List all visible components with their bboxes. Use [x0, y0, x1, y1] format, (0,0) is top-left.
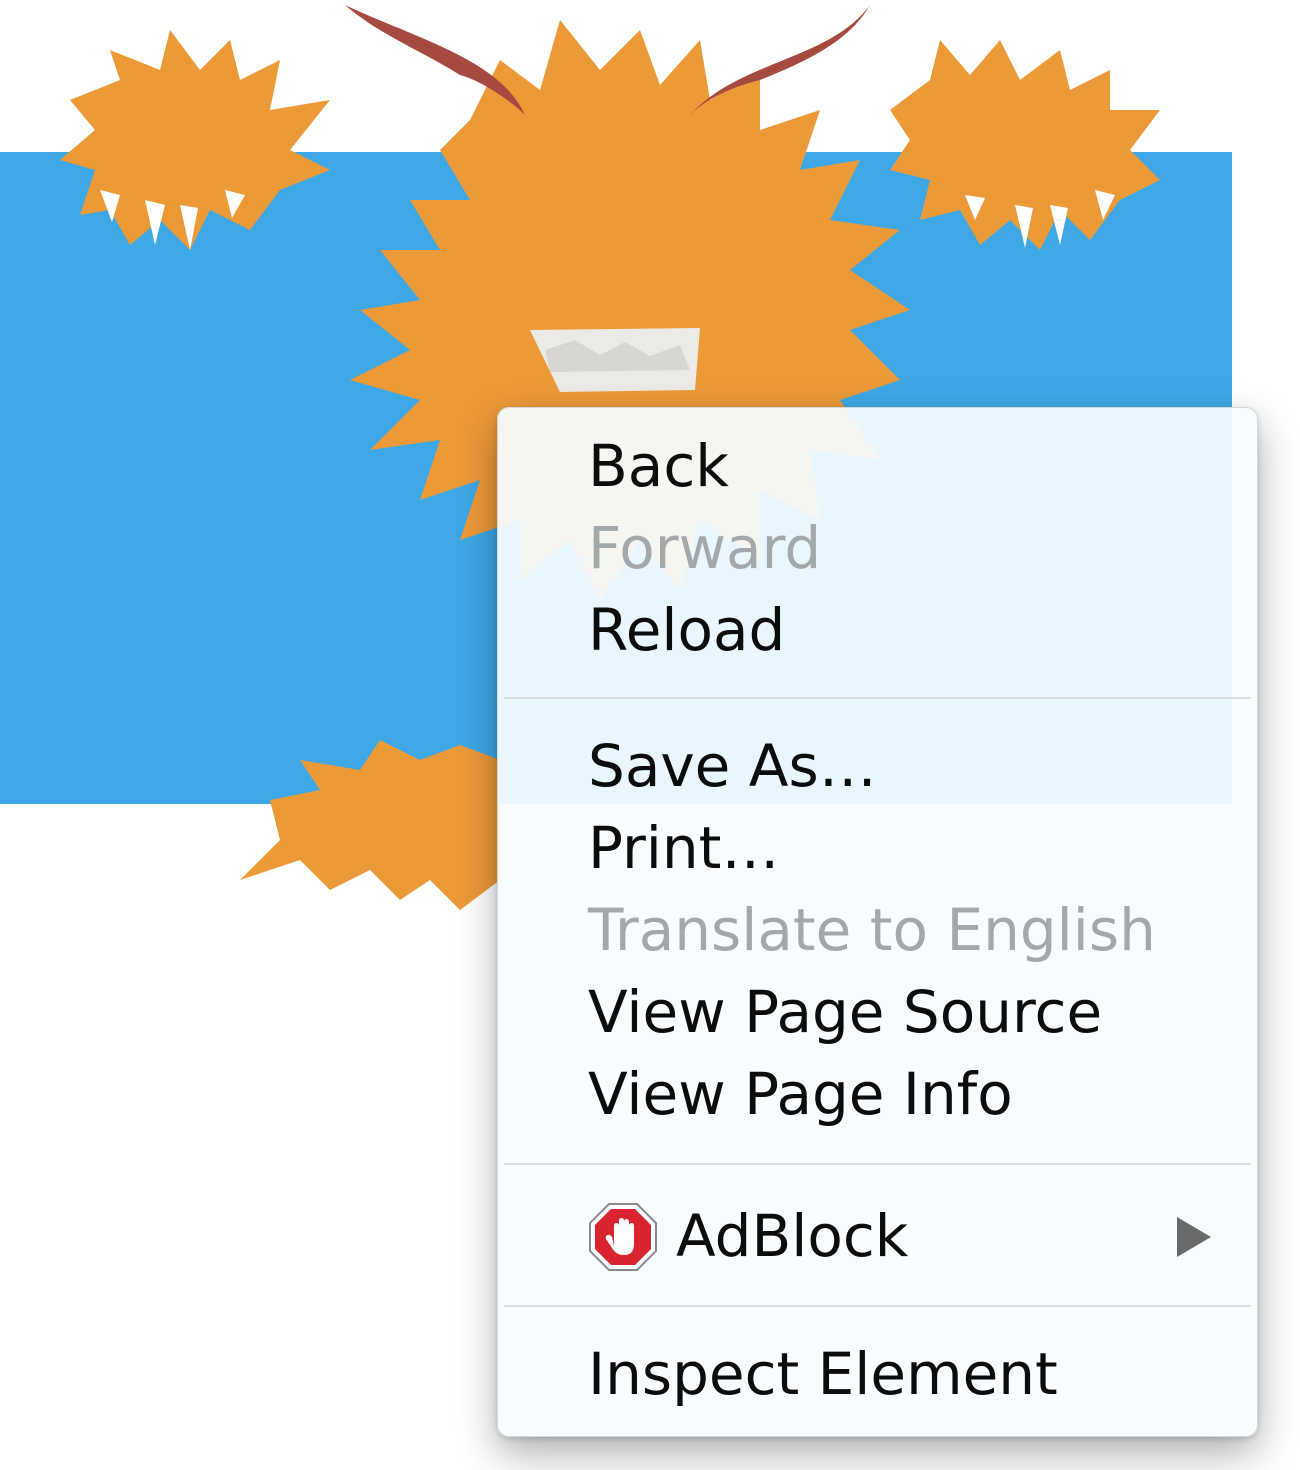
menu-item-adblock[interactable]: AdBlock	[498, 1195, 1257, 1277]
menu-item-back[interactable]: Back	[498, 425, 1257, 507]
context-menu: Back Forward Reload Save As… Print… Tran…	[497, 407, 1258, 1437]
menu-item-view-page-info[interactable]: View Page Info	[498, 1053, 1257, 1135]
menu-item-save-as[interactable]: Save As…	[498, 725, 1257, 807]
menu-item-translate[interactable]: Translate to English	[498, 889, 1257, 971]
web-page: Back Forward Reload Save As… Print… Tran…	[0, 0, 1300, 1470]
menu-separator	[504, 1305, 1251, 1307]
menu-item-reload[interactable]: Reload	[498, 589, 1257, 671]
menu-item-inspect-element[interactable]: Inspect Element	[498, 1333, 1257, 1415]
menu-item-view-page-source[interactable]: View Page Source	[498, 971, 1257, 1053]
menu-item-forward[interactable]: Forward	[498, 507, 1257, 589]
menu-item-print[interactable]: Print…	[498, 807, 1257, 889]
menu-separator	[504, 697, 1251, 699]
menu-separator	[504, 1163, 1251, 1165]
submenu-arrow-icon	[1177, 1217, 1211, 1257]
